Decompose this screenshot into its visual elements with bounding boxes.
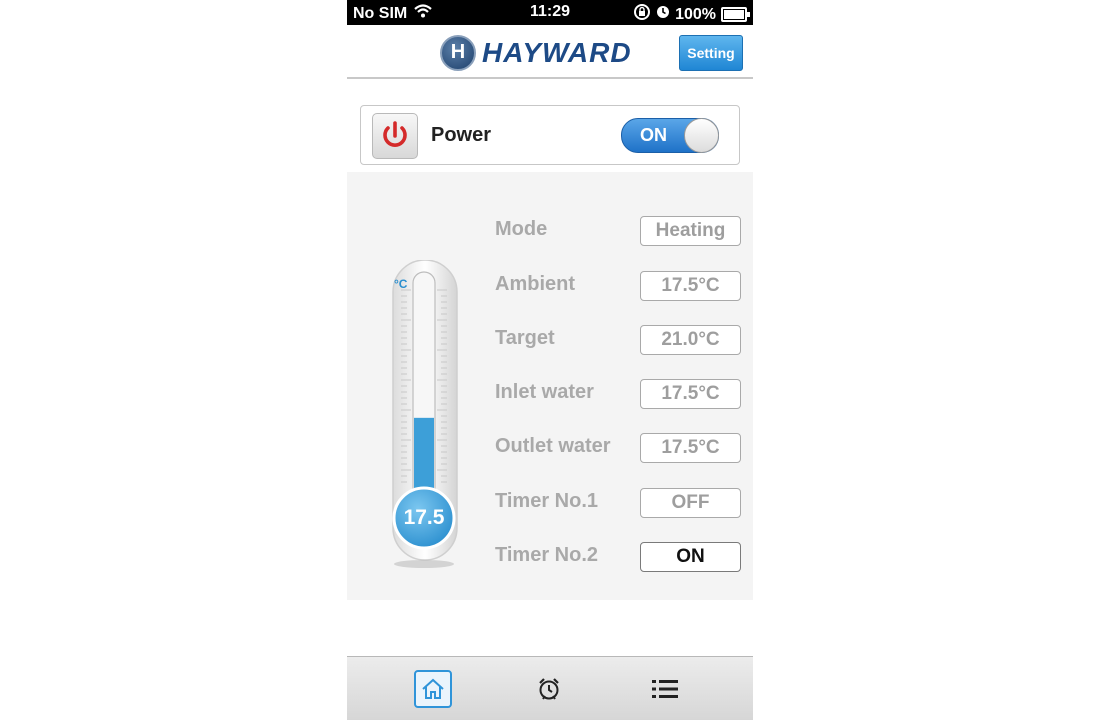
row-label-inlet-water: Inlet water (495, 381, 594, 403)
power-button[interactable] (372, 113, 418, 159)
thermometer-reading: 17.5 (403, 506, 445, 529)
rotation-lock-icon (633, 3, 651, 26)
row-value-timer-no-1: OFF (640, 488, 741, 518)
row-label-timer-no-1: Timer No.1 (495, 490, 598, 512)
status-right: 100% (633, 3, 750, 26)
alarm-clock-icon (539, 678, 559, 700)
battery-percent: 100% (675, 5, 716, 23)
row-label-ambient: Ambient (495, 273, 575, 295)
row-value-timer-no-2: ON (640, 542, 741, 572)
setting-button[interactable]: Setting (679, 35, 743, 71)
app-screen: No SIM 11:29 100% H HAYWARD Setting Powe… (347, 0, 753, 720)
power-label: Power (431, 124, 492, 146)
power-toggle-label: ON (640, 125, 667, 145)
power-icon (383, 121, 407, 147)
hayward-logo: H HAYWARD (440, 35, 632, 71)
tab-menu[interactable] (646, 670, 684, 708)
list-icon (652, 680, 678, 698)
battery-icon (721, 7, 750, 22)
tab-timer[interactable] (530, 670, 568, 708)
row-value-inlet-water: 17.5°C (640, 379, 741, 409)
tab-bar (347, 656, 753, 720)
power-card: Power ON (360, 105, 740, 165)
app-header: H HAYWARD Setting (347, 25, 753, 79)
tab-home[interactable] (414, 670, 452, 708)
status-bar: No SIM 11:29 100% (347, 0, 753, 25)
toggle-knob (684, 118, 719, 153)
hayward-logo-mark: H (440, 35, 476, 71)
row-label-mode: Mode (495, 218, 548, 240)
row-value-ambient: 17.5°C (640, 271, 741, 301)
thermometer-unit: °C (394, 277, 408, 291)
row-label-timer-no-2: Timer No.2 (495, 544, 598, 566)
row-value-outlet-water: 17.5°C (640, 433, 741, 463)
status-panel: °C 17.5 Mode Heating Ambient 17.5°C Target 21… (347, 172, 753, 600)
alarm-icon (656, 5, 670, 24)
power-toggle[interactable]: ON (621, 118, 719, 153)
home-icon (422, 678, 444, 699)
brand-name: HAYWARD (482, 37, 632, 68)
row-value-mode: Heating (640, 216, 741, 246)
logo-mark-letter: H (450, 41, 466, 63)
row-label-target: Target (495, 327, 555, 349)
row-value-target: 21.0°C (640, 325, 741, 355)
thermometer: °C 17.5 (385, 259, 465, 570)
row-label-outlet-water: Outlet water (495, 435, 611, 457)
